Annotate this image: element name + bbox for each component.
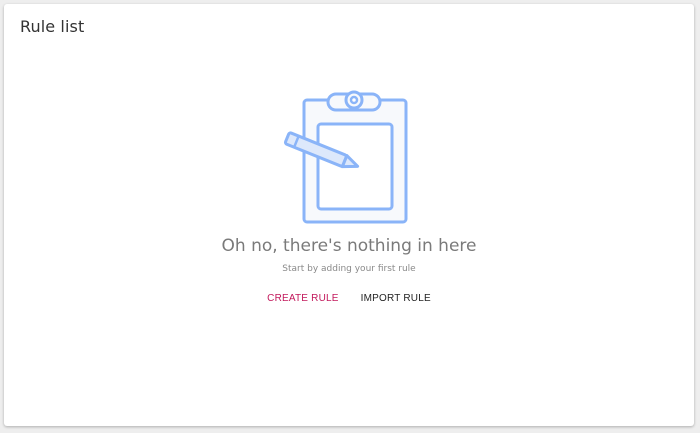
empty-state-subtitle: Start by adding your first rule xyxy=(282,264,416,274)
card-title: Rule list xyxy=(20,17,85,36)
clipboard-pencil-icon xyxy=(282,86,412,226)
create-rule-button[interactable]: CREATE RULE xyxy=(263,290,342,307)
rule-list-card: Rule list Oh no, there's nothing in here… xyxy=(4,4,694,426)
empty-state-title: Oh no, there's nothing in here xyxy=(221,236,477,256)
import-rule-button[interactable]: IMPORT RULE xyxy=(357,290,435,307)
empty-state-actions: CREATE RULE IMPORT RULE xyxy=(4,290,694,307)
